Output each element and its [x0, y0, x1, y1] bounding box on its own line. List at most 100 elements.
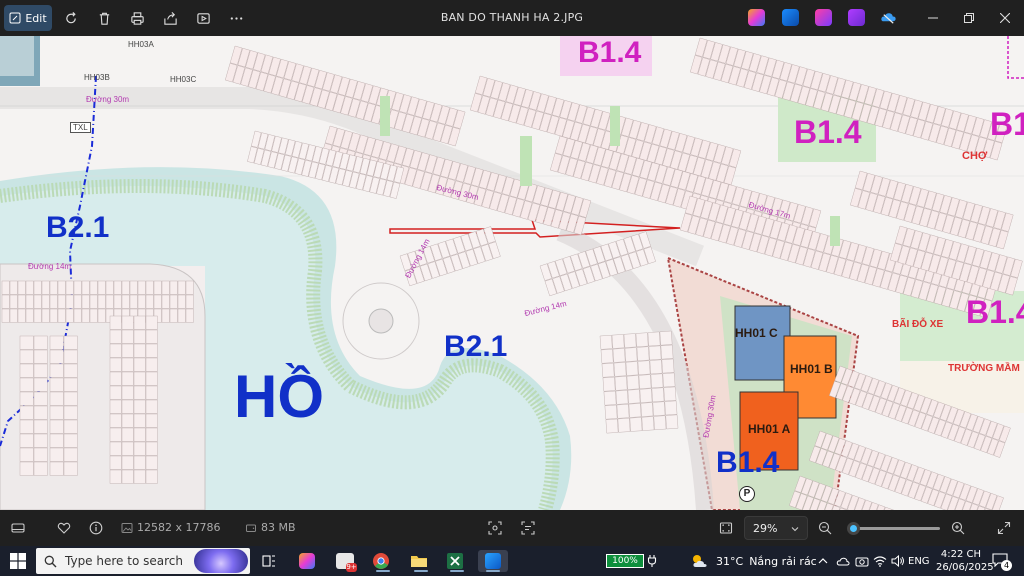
- hh03b-label: HH03B: [84, 73, 110, 82]
- weather-temperature: 31°C: [716, 554, 744, 568]
- fit-to-window-button[interactable]: [716, 518, 736, 538]
- taskbar-excel[interactable]: [444, 550, 466, 572]
- market-label: CHỢ: [962, 150, 988, 162]
- heart-icon: [57, 522, 71, 534]
- filmstrip-icon: [11, 523, 25, 533]
- windows-start-icon[interactable]: [10, 553, 26, 569]
- parking-lot-label: BÃI ĐỖ XE: [892, 319, 944, 330]
- status-bar: 12582 x 17786 83 MB 29%: [0, 510, 1024, 546]
- slideshow-button[interactable]: [191, 6, 215, 30]
- taskbar-photos[interactable]: [478, 550, 508, 572]
- task-view-button[interactable]: [258, 550, 280, 572]
- edit-button[interactable]: Edit: [4, 5, 52, 31]
- cloud-icon[interactable]: [836, 555, 850, 567]
- restore-button[interactable]: [954, 6, 984, 30]
- close-icon: [1000, 13, 1010, 23]
- zoom-out-button[interactable]: [815, 518, 835, 538]
- copilot-taskbar-icon: [299, 553, 315, 569]
- zoom-in-icon: [951, 521, 965, 535]
- weather-widget[interactable]: 31°C Nắng rải rác: [690, 546, 817, 576]
- print-icon: [130, 11, 144, 25]
- image-dimensions: 12582 x 17786: [121, 521, 221, 534]
- zone-label-b21-center: B2.1: [444, 330, 508, 363]
- window-title: BAN DO THANH HA 2.JPG: [440, 11, 584, 24]
- image-size-icon: [121, 522, 133, 533]
- print-button[interactable]: [125, 6, 149, 30]
- search-placeholder: Type here to search: [65, 554, 183, 568]
- zone-label-b14-bottom: B1.4: [716, 446, 780, 479]
- battery-text: 100%: [612, 556, 638, 566]
- delete-button[interactable]: [92, 6, 116, 30]
- zoom-value: 29%: [753, 521, 778, 535]
- clock-time: 4:22 CH: [940, 549, 982, 560]
- zone-label-b1-right: B1: [990, 106, 1024, 142]
- hh03c-label: HH03C: [170, 75, 197, 84]
- explorer-running-indicator: [414, 570, 428, 572]
- filesize-text: 83 MB: [261, 521, 296, 534]
- zone-label-b14-top: B1.4: [578, 36, 642, 69]
- building-label-hh01c: HH01 C: [735, 326, 778, 340]
- weather-sun-cloud-icon: [693, 555, 707, 567]
- search-icon: [44, 555, 57, 567]
- copilot-icon[interactable]: [748, 9, 765, 26]
- visual-search-icon: [488, 521, 502, 535]
- delete-icon: [99, 12, 109, 25]
- notifications-button[interactable]: 4: [992, 552, 1012, 571]
- zoom-in-button[interactable]: [948, 518, 968, 538]
- search-highlight-image: [194, 549, 248, 573]
- favorite-button[interactable]: [54, 518, 74, 538]
- input-language[interactable]: ENG: [908, 546, 930, 576]
- file-size: 83 MB: [245, 521, 296, 534]
- camera-icon[interactable]: [855, 555, 869, 567]
- scan-text-icon: [521, 521, 535, 535]
- battery-indicator[interactable]: 100%: [606, 554, 644, 568]
- notification-badge: 4: [1001, 560, 1012, 571]
- chevron-up-icon[interactable]: [818, 556, 828, 566]
- photos-running-indicator: [486, 570, 500, 572]
- zoom-slider[interactable]: [846, 522, 940, 535]
- share-button[interactable]: [158, 6, 182, 30]
- onedrive-icon[interactable]: [880, 9, 897, 26]
- hh03a-label: HH03A: [128, 40, 154, 49]
- photo-edit-icon[interactable]: [782, 9, 799, 26]
- taskbar-file-explorer[interactable]: [408, 550, 430, 572]
- share-icon: [163, 11, 177, 25]
- task-view-icon: [262, 555, 275, 567]
- file-info-button[interactable]: [86, 518, 106, 538]
- power-plug-icon: [647, 555, 657, 567]
- scan-text-button[interactable]: [518, 518, 538, 538]
- road-label-14m-a: Đường 14m: [28, 262, 72, 271]
- more-button[interactable]: [224, 6, 248, 30]
- rotate-button[interactable]: [59, 6, 83, 30]
- volume-icon[interactable]: [891, 555, 905, 567]
- info-icon: [89, 521, 103, 535]
- clock-date: 26/06/2025: [936, 562, 994, 573]
- excel-running-indicator: [450, 570, 464, 572]
- filmstrip-button[interactable]: [8, 518, 28, 538]
- mail-app-icon: 9+: [336, 553, 357, 572]
- restore-icon: [964, 13, 974, 23]
- close-button[interactable]: [990, 6, 1020, 30]
- taskbar-copilot[interactable]: [296, 550, 318, 572]
- taskbar: Type here to search 9+ 100% 31°C Nắng rả…: [0, 546, 1024, 576]
- minimize-button[interactable]: [918, 6, 948, 30]
- photos-app-window: Edit BAN DO THANH HA 2.JPG B1.4 B1.4 B1.…: [0, 0, 1024, 546]
- road-label-30m-top: Đường 30m: [86, 95, 130, 104]
- taskbar-search-box[interactable]: Type here to search: [36, 548, 250, 574]
- weather-condition: Nắng rải rác: [749, 554, 817, 568]
- designer-icon[interactable]: [815, 9, 832, 26]
- full-screen-button[interactable]: [994, 518, 1014, 538]
- visual-search-button[interactable]: [485, 518, 505, 538]
- taskbar-app-notify[interactable]: 9+: [334, 550, 357, 572]
- lake-label: HỒ: [234, 363, 324, 430]
- fit-window-icon: [719, 522, 733, 534]
- taskbar-chrome[interactable]: [370, 550, 392, 572]
- full-screen-icon: [997, 521, 1011, 535]
- image-canvas[interactable]: B1.4 B1.4 B1.4 B1 B1.4 B2.1 B2.1 HỒ CHỢ …: [0, 36, 1024, 510]
- zoom-select[interactable]: 29%: [744, 516, 808, 540]
- clipchamp-icon[interactable]: [848, 9, 865, 26]
- excel-icon: [447, 553, 463, 569]
- wifi-icon[interactable]: [873, 555, 887, 567]
- zoom-slider-thumb[interactable]: [846, 522, 860, 535]
- clock[interactable]: 4:22 CH 26/06/2025: [936, 548, 994, 574]
